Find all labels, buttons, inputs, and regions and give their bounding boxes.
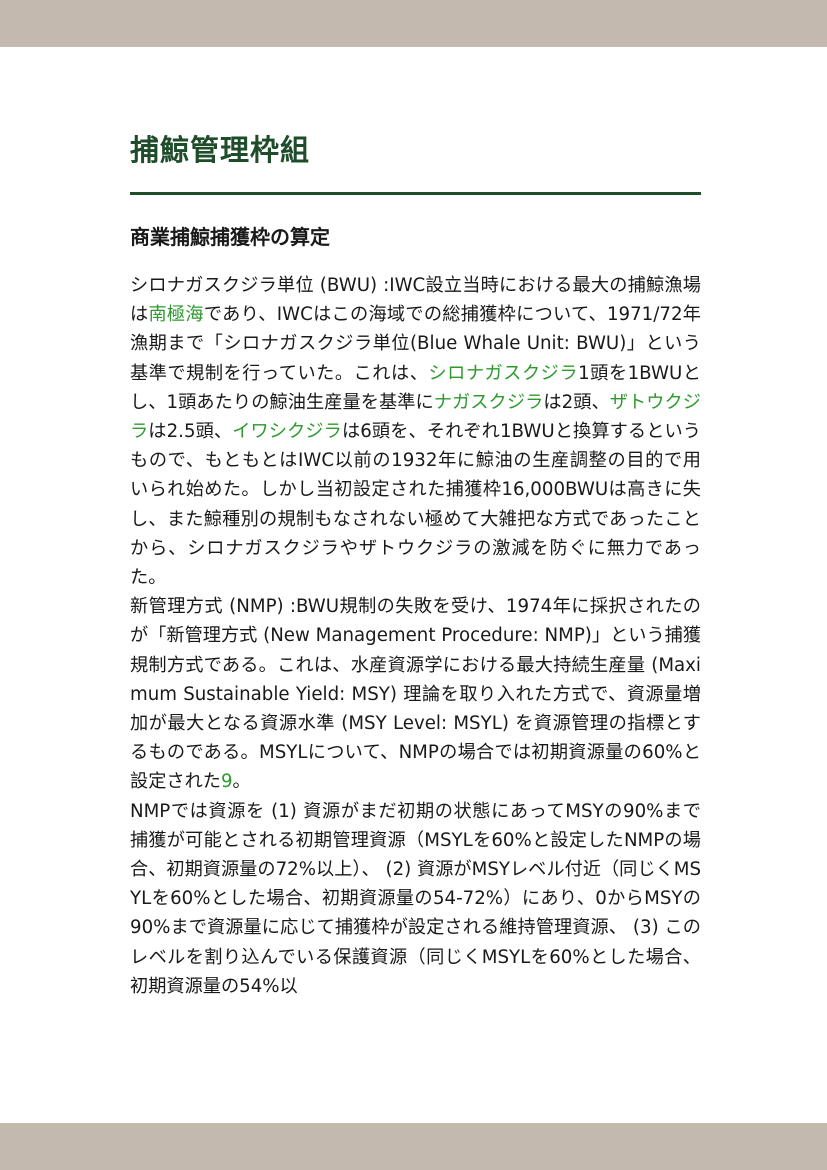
bottom-band xyxy=(0,1123,827,1170)
inline-link[interactable]: ナガスクジラ xyxy=(434,392,544,413)
article-content: 捕鯨管理枠組 商業捕鯨捕獲枠の算定 シロナガスクジラ単位 (BWU) :IWC設… xyxy=(130,128,701,1001)
article-body: シロナガスクジラ単位 (BWU) :IWC設立当時における最大の捕鯨漁場は南極海… xyxy=(130,271,701,1001)
inline-link[interactable]: イワシクジラ xyxy=(232,421,342,442)
paragraph-text: NMPでは資源を (1) 資源がまだ初期の状態にあってMSYの90%まで捕獲が可… xyxy=(130,800,701,997)
paragraph-text: は2頭、 xyxy=(543,391,610,413)
paragraph-text: 。 xyxy=(232,771,251,793)
paragraph: NMPでは資源を (1) 資源がまだ初期の状態にあってMSYの90%まで捕獲が可… xyxy=(130,797,701,1001)
inline-link[interactable]: 9 xyxy=(221,771,233,792)
title-divider xyxy=(130,192,701,195)
inline-link[interactable]: シロナガスクジラ xyxy=(428,363,578,384)
paragraph: シロナガスクジラ単位 (BWU) :IWC設立当時における最大の捕鯨漁場は南極海… xyxy=(130,271,701,592)
paragraph-text: は6頭を、それぞれ1BWUと換算するというもので、もともとはIWC以前の1932… xyxy=(130,421,701,589)
paragraph-text: は2.5頭、 xyxy=(148,421,233,443)
top-band xyxy=(0,0,827,47)
subsection-title: 商業捕鯨捕獲枠の算定 xyxy=(130,225,330,249)
inline-link[interactable]: 南極海 xyxy=(148,304,203,325)
paragraph-text: 新管理方式 (NMP) :BWU規制の失敗を受け、1974年に採択されたのが「新… xyxy=(130,596,702,793)
paragraph: 新管理方式 (NMP) :BWU規制の失敗を受け、1974年に採択されたのが「新… xyxy=(130,592,701,796)
section-title: 捕鯨管理枠組 xyxy=(130,133,311,167)
